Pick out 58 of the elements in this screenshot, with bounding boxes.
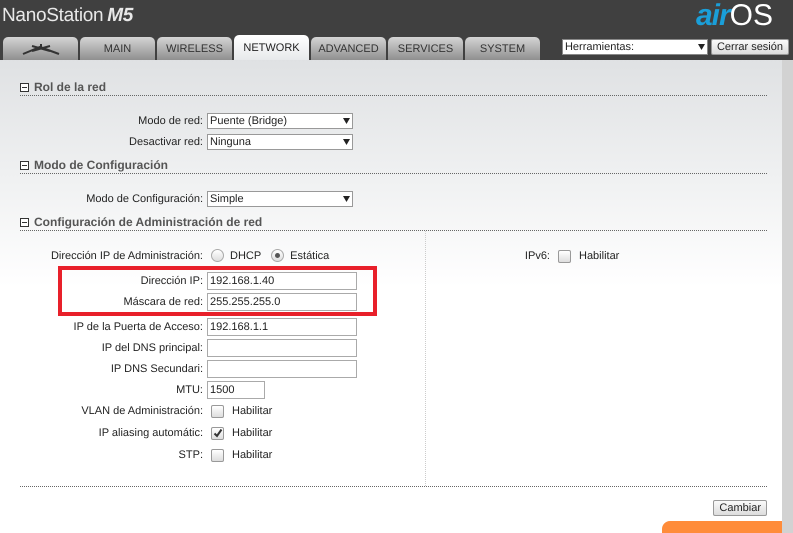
nav-tab[interactable]: WIRELESS: [157, 37, 232, 60]
caret-icon: [343, 196, 350, 202]
checkbox[interactable]: [558, 250, 571, 262]
checkbox-label: Habilitar: [232, 427, 272, 439]
field-label: STP:: [178, 449, 204, 461]
nav-tab[interactable]: SERVICES: [388, 37, 463, 60]
caret-icon: [343, 118, 350, 124]
home-tab[interactable]: [3, 37, 78, 60]
field-label: Modo de Configuración:: [85, 192, 204, 204]
field-label: Dirección IP de Administración:: [50, 250, 204, 262]
select-field[interactable]: Simple: [207, 190, 353, 206]
input-field[interactable]: 192.168.1.40: [207, 272, 357, 290]
section-title: Rol de la red: [34, 80, 106, 94]
section-title: Configuración de Administración de red: [34, 215, 262, 229]
input-field[interactable]: [207, 338, 357, 356]
checkbox-label: Habilitar: [232, 405, 272, 417]
select-field[interactable]: Ninguna: [207, 134, 353, 150]
checkbox[interactable]: [211, 404, 224, 418]
section-title: Modo de Configuración: [34, 158, 168, 172]
radio-button[interactable]: [271, 249, 284, 262]
caret-icon: [698, 44, 705, 50]
field-label: IP aliasing automátic:: [98, 427, 204, 439]
checkbox-label: Habilitar: [579, 250, 620, 262]
input-field[interactable]: [207, 360, 357, 378]
radio-label: Estática: [290, 250, 330, 262]
brand-logo: airOS: [696, 1, 773, 31]
logout-button[interactable]: Cerrar sesión: [710, 39, 789, 55]
nav-tab[interactable]: SYSTEM: [465, 37, 540, 60]
input-field[interactable]: 1500: [207, 380, 265, 398]
nav-tab[interactable]: ADVANCED: [311, 37, 386, 60]
field-label: Dirección IP:: [140, 274, 204, 286]
product-name: NanoStation M5: [2, 5, 134, 27]
field-label: IP DNS Secundari:: [110, 362, 204, 374]
radio-button[interactable]: [211, 249, 224, 262]
input-field[interactable]: 255.255.255.0: [207, 292, 357, 310]
field-label: Modo de red:: [137, 114, 204, 126]
collapse-icon[interactable]: [20, 218, 29, 226]
radio-label: DHCP: [230, 250, 262, 262]
checkbox[interactable]: [211, 426, 224, 440]
nav-tab[interactable]: MAIN: [80, 37, 155, 60]
field-label: Desactivar red:: [128, 136, 204, 148]
collapse-icon[interactable]: [20, 82, 29, 92]
input-field[interactable]: 192.168.1.1: [207, 318, 357, 336]
checkbox-label: Habilitar: [232, 449, 272, 461]
nav-tab[interactable]: NETWORK: [234, 35, 309, 60]
field-label: VLAN de Administración:: [80, 405, 204, 417]
field-label: IPv6:: [524, 250, 551, 262]
antenna-icon: [22, 42, 60, 54]
field-label: IP del DNS principal:: [100, 342, 204, 354]
collapse-icon[interactable]: [20, 160, 29, 170]
save-button[interactable]: Cambiar: [713, 500, 767, 516]
caret-icon: [343, 138, 350, 144]
tools-dropdown[interactable]: Herramientas:: [562, 39, 708, 55]
select-field[interactable]: Puente (Bridge): [207, 112, 353, 128]
checkbox[interactable]: [211, 448, 224, 462]
field-label: MTU:: [175, 384, 204, 396]
field-label: Máscara de red:: [122, 296, 204, 308]
field-label: IP de la Puerta de Acceso:: [72, 320, 204, 332]
